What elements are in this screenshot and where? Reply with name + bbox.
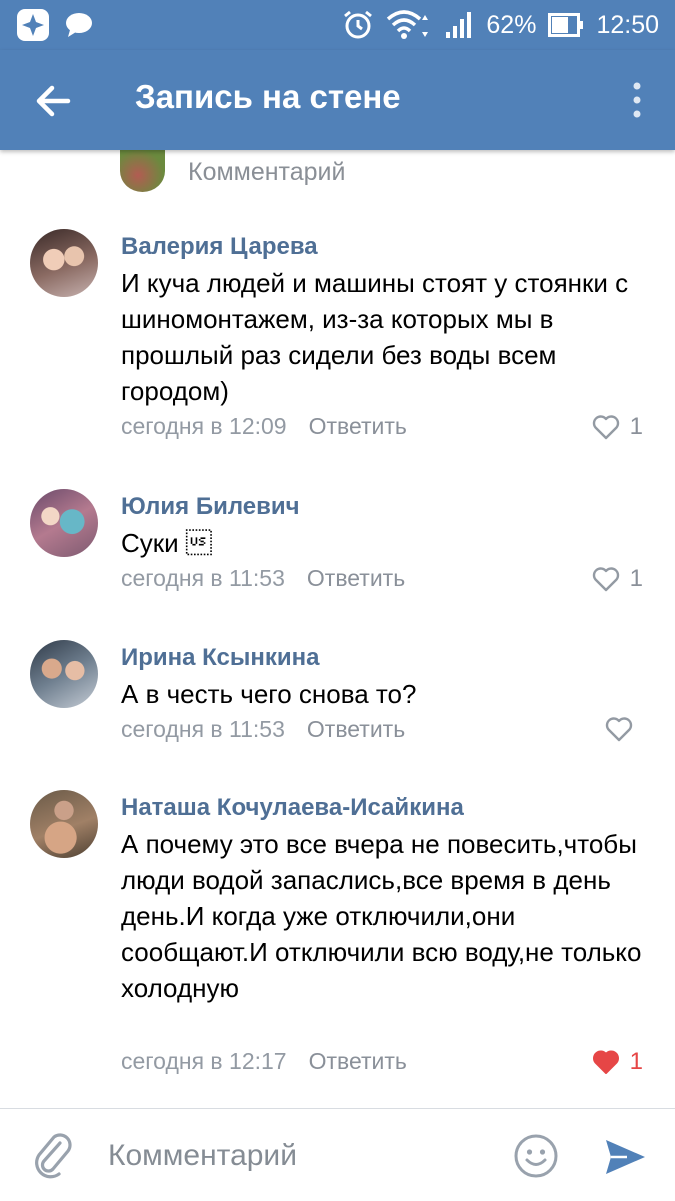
message-notification-icon xyxy=(66,13,92,37)
emoji-icon[interactable] xyxy=(513,1133,559,1179)
page-title: Запись на стене xyxy=(135,78,401,115)
comment-meta: сегодня в 11:53 Ответить xyxy=(121,565,405,592)
comment-item: Валерия Царева И куча людей и машины сто… xyxy=(0,225,675,455)
reply-button[interactable]: Ответить xyxy=(307,565,405,591)
like-count: 1 xyxy=(629,565,643,592)
avatar[interactable] xyxy=(30,489,98,557)
reply-button[interactable]: Ответить xyxy=(309,413,407,439)
heart-filled-icon xyxy=(592,1050,619,1074)
reply-button[interactable]: Ответить xyxy=(307,716,405,742)
avatar[interactable] xyxy=(30,790,98,858)
comment-item: Наташа Кочулаева-Исайкина А почему это в… xyxy=(0,788,675,1088)
comment-time: сегодня в 11:53 xyxy=(121,716,285,742)
comment-text: А в честь чего снова то? xyxy=(121,679,417,709)
heart-outline-icon xyxy=(592,415,619,440)
reply-button[interactable]: Ответить xyxy=(309,1048,407,1074)
send-icon[interactable] xyxy=(603,1135,647,1179)
like-button[interactable] xyxy=(605,716,643,742)
current-user-avatar xyxy=(120,150,165,192)
heart-outline-icon xyxy=(592,567,619,592)
paperclip-icon[interactable] xyxy=(30,1131,76,1179)
comment-meta: сегодня в 12:09 Ответить xyxy=(121,413,407,440)
comment-author[interactable]: Ирина Ксынкина xyxy=(121,644,319,672)
comment-author[interactable]: Валерия Царева xyxy=(121,233,318,261)
comment-item: Ирина Ксынкина А в честь чего снова то? … xyxy=(0,638,675,748)
avatar[interactable] xyxy=(30,640,98,708)
like-count: 1 xyxy=(629,413,643,440)
battery-percent: 62% xyxy=(486,10,537,39)
comment-item: Юлия Билевич Суки сегодня в 11:53 Ответит… xyxy=(0,487,675,597)
comment-time: сегодня в 12:09 xyxy=(121,413,287,439)
comment-text: И куча людей и машины стоят у стоянки с … xyxy=(121,268,629,406)
app-notification-icon xyxy=(17,9,49,41)
comment-meta: сегодня в 12:17 Ответить xyxy=(121,1048,407,1075)
wifi-icon xyxy=(387,10,429,39)
status-bar: 62% 12:50 xyxy=(0,0,675,50)
top-comment-placeholder: Комментарий xyxy=(188,158,346,186)
heart-outline-icon xyxy=(605,717,633,742)
like-button[interactable]: 1 xyxy=(592,565,643,593)
back-arrow-icon[interactable] xyxy=(28,76,78,126)
comment-time: сегодня в 12:17 xyxy=(121,1048,287,1074)
signal-icon xyxy=(446,12,472,38)
battery-icon xyxy=(548,13,584,37)
comment-meta: сегодня в 11:53 Ответить xyxy=(121,716,405,743)
comment-text: Суки xyxy=(121,528,212,558)
top-comment-input[interactable]: Комментарий xyxy=(0,150,675,195)
app-bar: Запись на стене xyxy=(0,50,675,150)
comment-compose-bar: Комментарий xyxy=(0,1108,675,1201)
comment-time: сегодня в 11:53 xyxy=(121,565,285,591)
more-options-icon[interactable] xyxy=(627,80,647,120)
comment-input[interactable]: Комментарий xyxy=(108,1139,297,1173)
comment-text: А почему это все вчера не повесить,чтобы… xyxy=(121,829,642,1003)
like-button[interactable]: 1 xyxy=(592,1048,643,1076)
avatar[interactable] xyxy=(30,229,98,297)
clock: 12:50 xyxy=(596,10,659,39)
comment-author[interactable]: Наташа Кочулаева-Исайкина xyxy=(121,794,464,822)
comment-author[interactable]: Юлия Билевич xyxy=(121,493,300,521)
like-count: 1 xyxy=(629,1048,643,1075)
alarm-icon xyxy=(344,10,373,39)
like-button[interactable]: 1 xyxy=(592,413,643,441)
